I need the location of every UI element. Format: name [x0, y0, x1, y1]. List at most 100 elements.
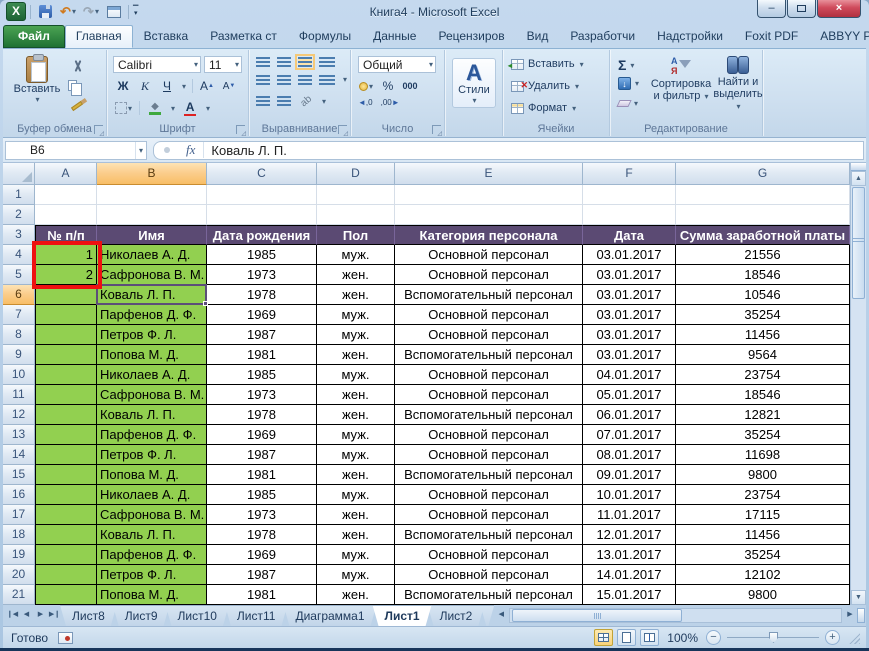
zoom-slider[interactable]	[727, 632, 819, 643]
cell-B9[interactable]: Попова М. Д.	[97, 345, 207, 365]
cell-F4[interactable]: 03.01.2017	[583, 245, 676, 265]
column-header-F[interactable]: F	[583, 163, 676, 185]
row-header-20[interactable]: 20	[3, 565, 35, 585]
cell-G13[interactable]: 35254	[676, 425, 850, 445]
tab-Главная[interactable]: Главная	[64, 25, 133, 48]
sheet-tab-Лист9[interactable]: Лист9	[113, 605, 170, 626]
cell-A19[interactable]	[35, 545, 97, 565]
cell-A8[interactable]	[35, 325, 97, 345]
cell-F11[interactable]: 05.01.2017	[583, 385, 676, 405]
cell-E4[interactable]: Основной персонал	[395, 245, 583, 265]
cell-F2[interactable]	[583, 205, 676, 225]
cell-C8[interactable]: 1987	[207, 325, 317, 345]
cell-A10[interactable]	[35, 365, 97, 385]
cell-B8[interactable]: Петров Ф. Л.	[97, 325, 207, 345]
cell-E21[interactable]: Вспомогательный персонал	[395, 585, 583, 605]
cell-E15[interactable]: Вспомогательный персонал	[395, 465, 583, 485]
tab-split-handle[interactable]	[857, 608, 865, 623]
cell-E10[interactable]: Основной персонал	[395, 365, 583, 385]
tab-Foxit PDF[interactable]: Foxit PDF	[734, 25, 809, 48]
cell-E16[interactable]: Основной персонал	[395, 485, 583, 505]
bold-button[interactable]: Ж	[115, 78, 131, 94]
cell-F15[interactable]: 09.01.2017	[583, 465, 676, 485]
fill-color-button[interactable]: ◆	[147, 100, 163, 116]
cell-G8[interactable]: 11456	[676, 325, 850, 345]
cell-B12[interactable]: Коваль Л. П.	[97, 405, 207, 425]
cell-A11[interactable]	[35, 385, 97, 405]
row-header-18[interactable]: 18	[3, 525, 35, 545]
cell-A18[interactable]	[35, 525, 97, 545]
sheet-tab-Лист10[interactable]: Лист10	[166, 605, 229, 626]
chevron-down-icon[interactable]: ▾	[134, 141, 146, 159]
cell-E1[interactable]	[395, 185, 583, 205]
cell-A13[interactable]	[35, 425, 97, 445]
cell-E2[interactable]	[395, 205, 583, 225]
cell-B7[interactable]: Парфенов Д. Ф.	[97, 305, 207, 325]
increase-indent-button[interactable]	[277, 96, 291, 106]
hscroll-left-button[interactable]: ◀	[494, 608, 508, 623]
name-box[interactable]: B6 ▾	[5, 140, 147, 160]
align-right-button[interactable]	[298, 75, 312, 85]
tab-Вид[interactable]: Вид	[516, 25, 560, 48]
row-header-15[interactable]: 15	[3, 465, 35, 485]
row-header-11[interactable]: 11	[3, 385, 35, 405]
cell-F3[interactable]: Дата	[583, 225, 676, 245]
cell-A1[interactable]	[35, 185, 97, 205]
paste-button[interactable]: Вставить ▾	[11, 54, 63, 104]
cell-F12[interactable]: 06.01.2017	[583, 405, 676, 425]
sheet-tab-Диаграмма1[interactable]: Диаграмма1	[283, 605, 376, 626]
resize-grip-icon[interactable]	[848, 631, 860, 644]
close-button[interactable]: ×	[817, 0, 861, 18]
cell-E14[interactable]: Основной персонал	[395, 445, 583, 465]
cell-D2[interactable]	[317, 205, 395, 225]
cell-G14[interactable]: 11698	[676, 445, 850, 465]
cell-G1[interactable]	[676, 185, 850, 205]
next-sheet-button[interactable]: ▶	[34, 608, 47, 623]
cell-G6[interactable]: 10546	[676, 285, 850, 305]
cell-E12[interactable]: Вспомогательный персонал	[395, 405, 583, 425]
cell-B21[interactable]: Попова М. Д.	[97, 585, 207, 605]
font-color-button[interactable]: А	[182, 100, 198, 116]
cell-B3[interactable]: Имя	[97, 225, 207, 245]
cell-G17[interactable]: 17115	[676, 505, 850, 525]
cell-G18[interactable]: 11456	[676, 525, 850, 545]
maximize-button[interactable]	[787, 0, 816, 18]
cell-G3[interactable]: Сумма заработной платы	[676, 225, 850, 245]
cell-D5[interactable]: жен.	[317, 265, 395, 285]
macro-record-icon[interactable]	[58, 631, 74, 644]
cell-D7[interactable]: муж.	[317, 305, 395, 325]
cell-B17[interactable]: Сафронова В. М.	[97, 505, 207, 525]
font-size-select[interactable]: 11 ▾	[204, 56, 242, 73]
horizontal-scrollbar[interactable]	[509, 608, 842, 623]
cell-C2[interactable]	[207, 205, 317, 225]
cell-D15[interactable]: жен.	[317, 465, 395, 485]
cell-B15[interactable]: Попова М. Д.	[97, 465, 207, 485]
zoom-slider-thumb[interactable]	[769, 632, 778, 643]
clipboard-dialog-launcher[interactable]	[94, 125, 104, 137]
cell-C16[interactable]: 1985	[207, 485, 317, 505]
cell-G11[interactable]: 18546	[676, 385, 850, 405]
format-painter-button[interactable]	[69, 98, 85, 114]
row-header-14[interactable]: 14	[3, 445, 35, 465]
cell-G20[interactable]: 12102	[676, 565, 850, 585]
cell-A7[interactable]	[35, 305, 97, 325]
wrap-text-button[interactable]	[319, 57, 335, 67]
cell-G2[interactable]	[676, 205, 850, 225]
align-top-button[interactable]	[256, 57, 270, 67]
align-bottom-button[interactable]	[295, 54, 315, 70]
tab-Разработчи[interactable]: Разработчи	[559, 25, 646, 48]
tab-Формулы[interactable]: Формулы	[288, 25, 362, 48]
number-format-select[interactable]: Общий ▾	[358, 56, 436, 73]
column-header-E[interactable]: E	[395, 163, 583, 185]
cell-E17[interactable]: Основной персонал	[395, 505, 583, 525]
cell-A2[interactable]	[35, 205, 97, 225]
align-center-button[interactable]	[277, 75, 291, 85]
merge-center-button[interactable]	[319, 75, 335, 85]
cell-G12[interactable]: 12821	[676, 405, 850, 425]
cell-D17[interactable]: жен.	[317, 505, 395, 525]
cell-D10[interactable]: муж.	[317, 365, 395, 385]
hscroll-right-button[interactable]: ▶	[843, 608, 857, 623]
row-header-13[interactable]: 13	[3, 425, 35, 445]
tab-Надстройки[interactable]: Надстройки	[646, 25, 734, 48]
cell-C17[interactable]: 1973	[207, 505, 317, 525]
